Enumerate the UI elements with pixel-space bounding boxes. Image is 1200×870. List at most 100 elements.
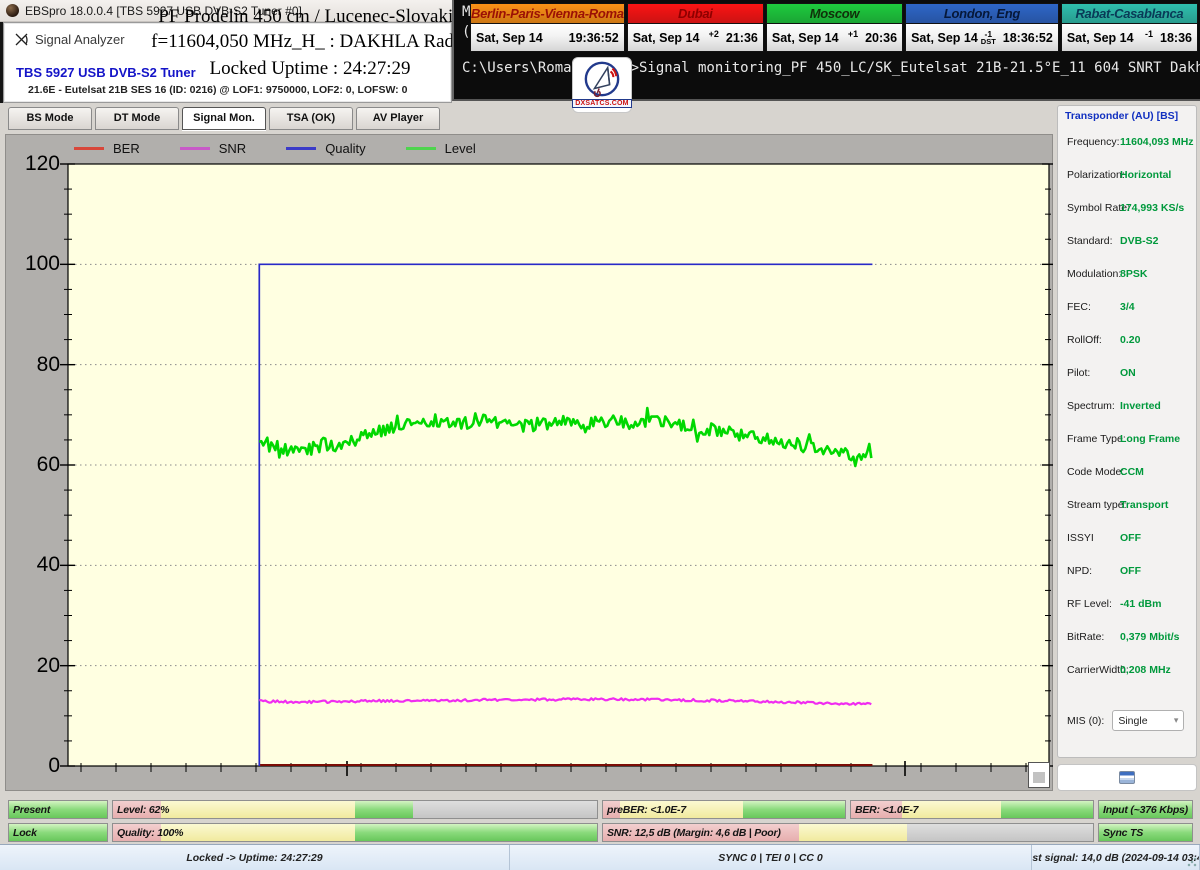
app-icon	[6, 4, 19, 17]
app-title: EBSpro 18.0.0.4 [TBS 5927 USB DVB-S2 Tun…	[25, 4, 302, 18]
signal-bar-label: Sync TS	[1103, 824, 1143, 841]
statusbar-segment: SYNC 0 | TEI 0 | CC 0	[510, 845, 1032, 870]
clock-city-label: Rabat-Casablanca	[1062, 4, 1197, 24]
bar-segment-gray	[413, 801, 597, 818]
transponder-row: NPD:OFF	[1058, 565, 1198, 585]
bar-segment-yellow	[161, 824, 355, 841]
transponder-row: Polarization:Horizontal	[1058, 169, 1198, 189]
analyzer-title: Signal Analyzer	[35, 32, 125, 47]
transponder-row: RF Level: -41 dBm	[1058, 598, 1198, 618]
transponder-row-label: Frame Type:	[1067, 433, 1126, 445]
signal-bars-row-2: LockQuality: 100%SNR: 12,5 dB (Margin: 4…	[8, 823, 1193, 842]
y-axis-tick-label: 60	[8, 453, 60, 477]
dxsatcs-caption: DXSATCS.COM	[572, 99, 631, 108]
tab-dt-mode[interactable]: DT Mode	[95, 107, 179, 130]
signal-bar: Present	[8, 800, 108, 819]
tab-bs-mode[interactable]: BS Mode	[8, 107, 92, 130]
signal-bar: Level: 62%	[112, 800, 598, 819]
clock-time: 18:36:52	[1003, 31, 1053, 45]
app-titlebar[interactable]: EBSpro 18.0.0.4 [TBS 5927 USB DVB-S2 Tun…	[0, 0, 455, 22]
y-axis-tick-label: 20	[8, 654, 60, 678]
satellite-dish-icon	[14, 33, 29, 47]
transponder-row: BitRate:0,379 Mbit/s	[1058, 631, 1198, 651]
transponder-row-label: RollOff:	[1067, 334, 1102, 346]
transponder-row-value: 0,208 MHz	[1120, 664, 1171, 676]
chevron-down-icon: ▾	[1174, 715, 1179, 726]
clock-time: 19:36:52	[569, 31, 619, 45]
record-capture-button[interactable]	[1057, 764, 1197, 791]
clock-time-row: Sat, Sep 14 19:36:52	[471, 24, 624, 51]
tab-tsa-ok-[interactable]: TSA (OK)	[269, 107, 353, 130]
mis-select[interactable]: Single ▾	[1112, 710, 1184, 731]
tab-signal-mon-[interactable]: Signal Mon.	[182, 107, 266, 130]
transponder-row: Frame Type:Long Frame	[1058, 433, 1198, 453]
clock-time: 21:36	[726, 31, 758, 45]
world-clocks-strip: Berlin-Paris-Vienna-RomaSat, Sep 1419:36…	[470, 3, 1198, 52]
clock-3: London, EngSat, Sep 14-1DST18:36:52	[905, 3, 1059, 52]
transponder-row: Spectrum:Inverted	[1058, 400, 1198, 420]
transponder-row-label: Modulation:	[1067, 268, 1121, 280]
transponder-panel-title: Transponder (AU) [BS]	[1065, 110, 1178, 122]
y-axis-tick-label: 120	[8, 152, 60, 176]
mis-selected-value: Single	[1118, 715, 1147, 727]
statusbar-segment: Locked -> Uptime: 24:27:29	[0, 845, 510, 870]
signal-chart-panel: BERSNRQualityLevel 020406080100120	[5, 134, 1053, 791]
transponder-row-value: OFF	[1120, 532, 1141, 544]
signal-bar-label: preBER: <1.0E-7	[607, 801, 686, 818]
tuner-detail: 21.6E - Eutelsat 21B SES 16 (ID: 0216) @…	[28, 84, 407, 96]
y-axis-tick-label: 100	[8, 252, 60, 276]
signal-bar-label: Present	[13, 801, 50, 818]
transponder-row-value: -41 dBm	[1120, 598, 1161, 610]
tab-av-player[interactable]: AV Player	[356, 107, 440, 130]
dxsatcs-logo-icon	[583, 60, 621, 98]
clock-time-row: Sat, Sep 14-118:36	[1062, 24, 1197, 51]
transponder-row: ISSYI OFF	[1058, 532, 1198, 552]
disk-icon	[1119, 771, 1135, 784]
transponder-row-value: Inverted	[1120, 400, 1161, 412]
clock-utc-offset: +2	[709, 29, 719, 39]
mis-row: MIS (0): Single ▾	[1067, 710, 1191, 731]
transponder-row-value: 0.20	[1120, 334, 1140, 346]
clock-utc-offset: -1DST	[981, 31, 996, 45]
transponder-row-value: Transport	[1120, 499, 1168, 511]
dxsatcs-logo: DXSATCS.COM	[572, 57, 632, 113]
transponder-row-label: RF Level:	[1067, 598, 1112, 610]
signal-bar: Input (~376 Kbps)	[1098, 800, 1193, 819]
status-bar: Locked -> Uptime: 24:27:29SYNC 0 | TEI 0…	[0, 844, 1200, 870]
transponder-row: Code Mode:CCM	[1058, 466, 1198, 486]
clock-0: Berlin-Paris-Vienna-RomaSat, Sep 1419:36…	[470, 3, 625, 52]
bar-segment-gray	[907, 824, 1093, 841]
transponder-row: Stream type:Transport	[1058, 499, 1198, 519]
clock-4: Rabat-CasablancaSat, Sep 14-118:36	[1061, 3, 1198, 52]
transponder-panel: Transponder (AU) [BS] Frequency:11604,09…	[1057, 105, 1197, 758]
signal-bar: SNR: 12,5 dB (Margin: 4,6 dB | Poor)	[602, 823, 1094, 842]
signal-chart	[6, 135, 1054, 792]
clock-city-label: London, Eng	[906, 4, 1058, 24]
tuner-name: TBS 5927 USB DVB-S2 Tuner	[16, 65, 196, 80]
transponder-row: Symbol Rate:174,993 KS/s	[1058, 202, 1198, 222]
bar-segment-green	[1001, 801, 1093, 818]
clock-utc-offset: +1	[848, 29, 858, 39]
transponder-row: Modulation:8PSK	[1058, 268, 1198, 288]
signal-bar: BER: <1.0E-7	[850, 800, 1094, 819]
transponder-row: Pilot:ON	[1058, 367, 1198, 387]
y-axis-tick-label: 80	[8, 353, 60, 377]
y-axis-tick-label: 40	[8, 553, 60, 577]
signal-bar: preBER: <1.0E-7	[602, 800, 846, 819]
bar-segment-green	[355, 801, 413, 818]
clock-dst-label: DST	[981, 38, 996, 45]
signal-bar-label: SNR: 12,5 dB (Margin: 4,6 dB | Poor)	[607, 824, 781, 841]
transponder-row-value: 8PSK	[1120, 268, 1147, 280]
clock-utc-offset: -1	[1145, 29, 1153, 39]
clock-time: 20:36	[865, 31, 897, 45]
clock-date: Sat, Sep 14	[476, 31, 543, 45]
transponder-row-value: CCM	[1120, 466, 1144, 478]
transponder-row: Standard:DVB-S2	[1058, 235, 1198, 255]
clock-city-label: Moscow	[767, 4, 902, 24]
chart-corner-widget	[1028, 762, 1050, 788]
clock-time: 18:36	[1160, 31, 1192, 45]
bar-segment-green	[743, 801, 845, 818]
transponder-row-label: FEC:	[1067, 301, 1091, 313]
transponder-row-label: ISSYI	[1067, 532, 1094, 544]
signal-bar: Quality: 100%	[112, 823, 598, 842]
